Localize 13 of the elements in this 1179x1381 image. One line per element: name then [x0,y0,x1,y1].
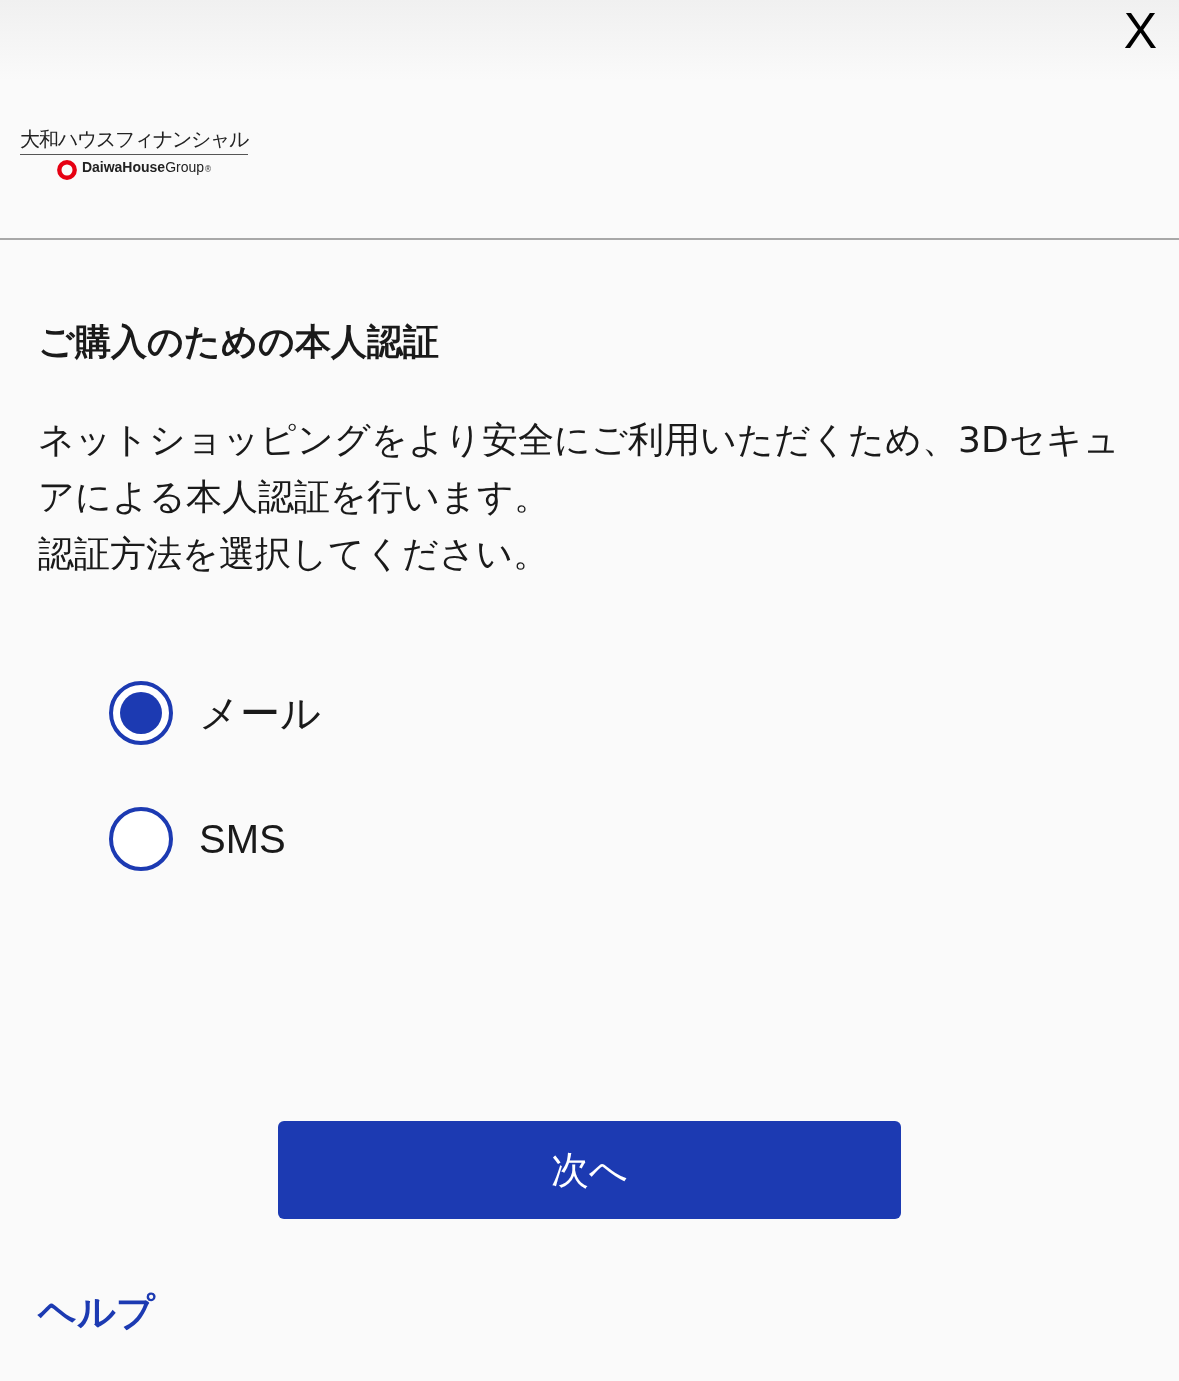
next-button[interactable]: 次へ [278,1121,901,1220]
logo-group: Group [165,159,205,175]
registered-mark: ® [204,165,213,174]
option-label[interactable]: SMS [199,816,286,862]
instruction-text: ネットショッピングをより安全にご利用いただくため、3Dセキュアによる本人認証を行います。 [38,418,1121,520]
ring-icon [55,159,78,181]
logo-name: 大和ハウスフィナンシャル [20,126,248,155]
instruction-text: 認証方法を選択してください。 [38,532,550,577]
option-label[interactable]: メール [199,685,321,741]
page-title: ご購入のための本人認証 [38,320,440,364]
help-link[interactable]: ヘルプ [38,1287,155,1339]
close-button[interactable]: X [1123,0,1179,56]
logo-brand: DaiwaHouse [81,159,166,175]
